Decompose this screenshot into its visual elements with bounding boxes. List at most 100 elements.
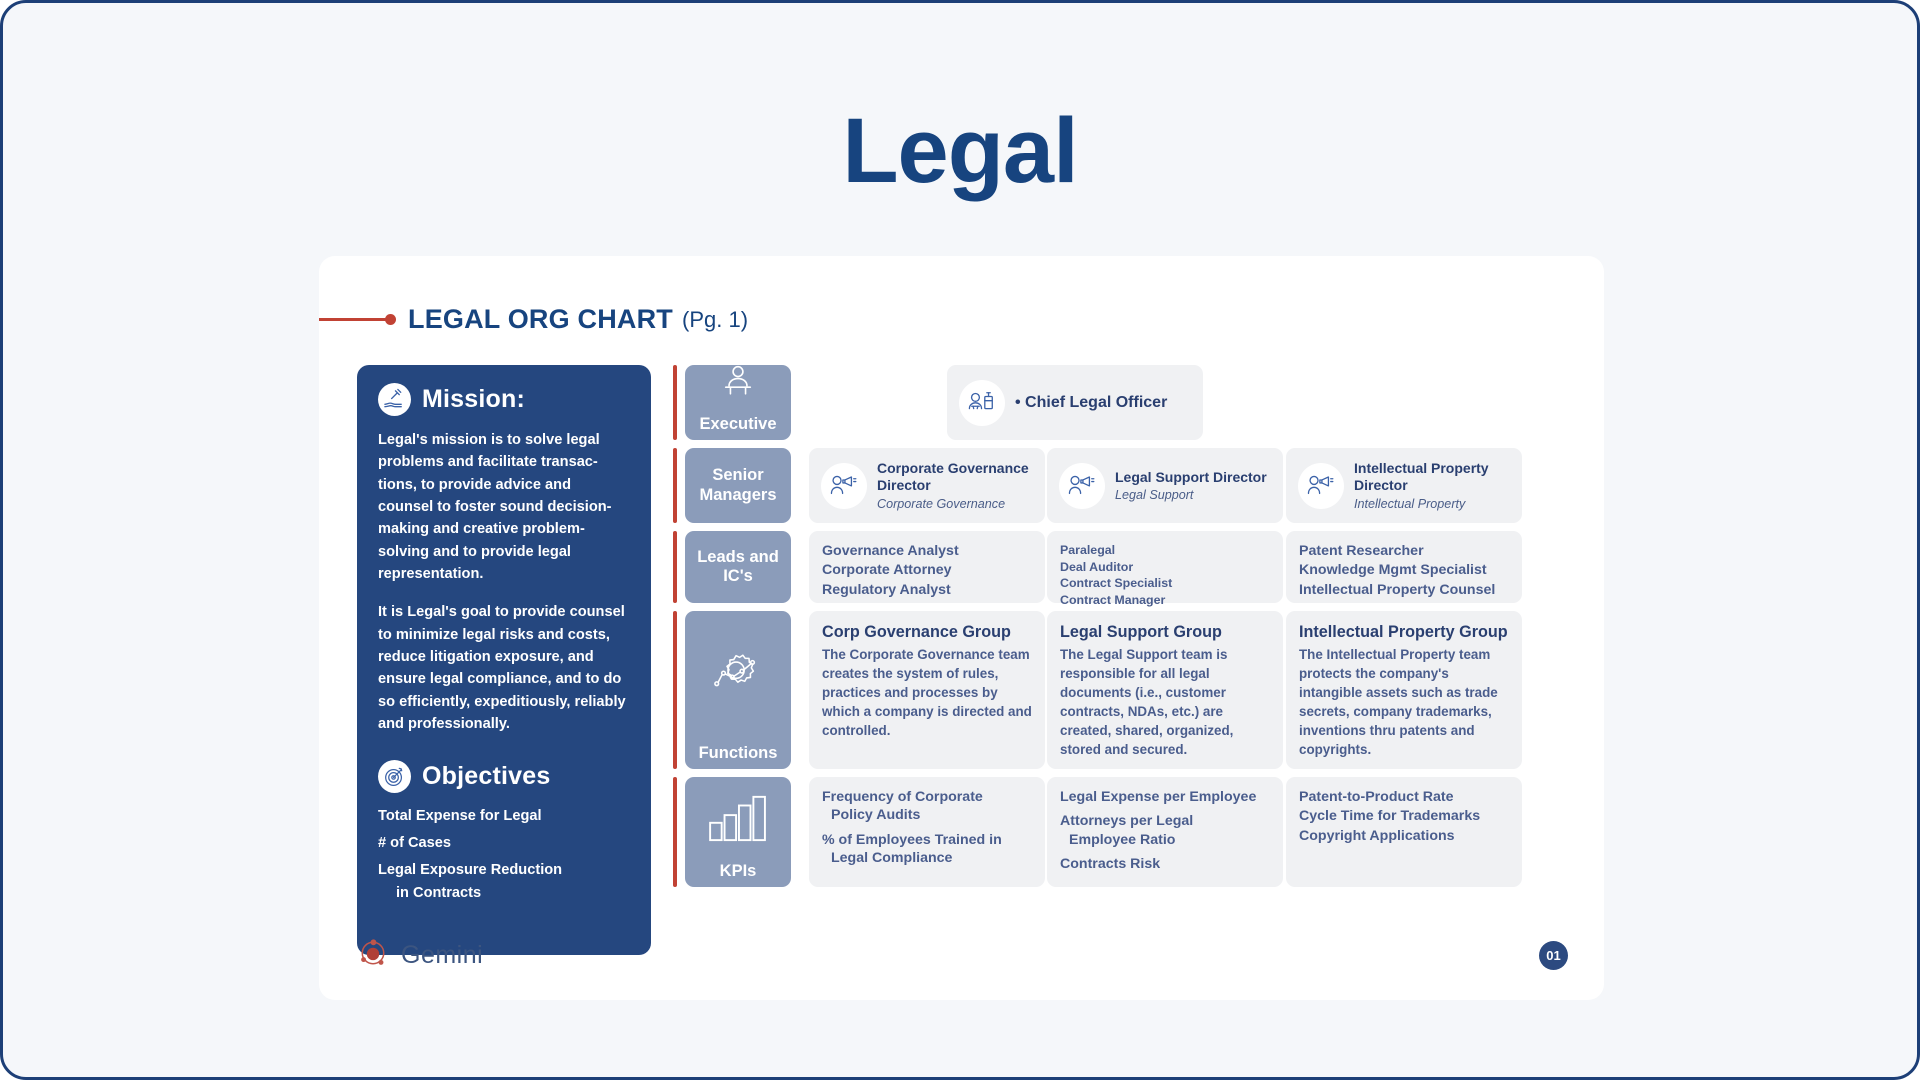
section-subtitle: (Pg. 1) <box>682 306 749 332</box>
director-dept: Intellectual Property <box>1354 496 1466 511</box>
hand-gavel-icon <box>378 383 411 416</box>
objective-item: Legal Exposure Reduction in Contracts <box>378 859 630 905</box>
row-tick <box>673 777 677 887</box>
function-body: The Legal Support team is responsible fo… <box>1060 647 1234 758</box>
function-title: Corp Governance Group <box>822 623 1011 641</box>
kpi-text-cont: Employee Ratio <box>1069 831 1176 848</box>
row-label-functions[interactable]: Functions <box>685 611 791 769</box>
executive-podium-icon <box>719 365 757 404</box>
director-card-intellectual-property[interactable]: Intellectual Property Director Intellect… <box>1286 448 1522 523</box>
objectives-header: Objectives <box>378 760 630 794</box>
list-item: Knowledge Mgmt Specialist <box>1299 562 1487 579</box>
kpi-list: Patent-to-Product Rate Cycle Time for Tr… <box>1286 777 1522 857</box>
list-item: Contract Specialist <box>1060 576 1173 591</box>
section-header: LEGAL ORG CHART (Pg. 1) <box>319 304 748 335</box>
section-dot-icon <box>385 314 396 325</box>
row-label-kpis[interactable]: KPIs <box>685 777 791 887</box>
leads-card-legal-support[interactable]: Paralegal Deal Auditor Contract Speciali… <box>1047 531 1283 607</box>
director-card-corp-governance[interactable]: Corporate Governance Director Corporate … <box>809 448 1045 523</box>
section-rule <box>319 318 387 321</box>
list-item: Governance Analyst <box>822 543 959 559</box>
kpi-card-corp-governance[interactable]: Frequency of Corporate Policy Audits % o… <box>809 777 1045 887</box>
kpi-text: Contracts Risk <box>1060 856 1161 873</box>
brand-logo: Gemini <box>357 937 483 974</box>
bar-chart-icon <box>707 793 769 848</box>
row-label-senior-managers[interactable]: Senior Managers <box>685 448 791 523</box>
function-card-legal-support[interactable]: Legal Support Group The Legal Support te… <box>1047 611 1283 769</box>
org-chart-card: LEGAL ORG CHART (Pg. 1) Mission: Legal's… <box>319 256 1604 1000</box>
function-title: Intellectual Property Group <box>1299 623 1508 641</box>
kpi-text: Attorneys per Legal <box>1060 813 1194 830</box>
section-title: LEGAL ORG CHART <box>408 304 673 334</box>
function-content: Legal Support Group The Legal Support te… <box>1047 611 1283 771</box>
objective-text: Legal Exposure Reduction <box>378 861 563 878</box>
list-item: Attorneys per Legal Employee Ratio <box>1060 812 1270 849</box>
leads-card-intellectual-property[interactable]: Patent Researcher Knowledge Mgmt Special… <box>1286 531 1522 603</box>
slide-canvas: Legal LEGAL ORG CHART (Pg. 1) Mission: L… <box>0 0 1920 1080</box>
row-tick <box>673 365 677 440</box>
list-item: Patent-to-Product Rate <box>1299 789 1454 805</box>
list-item: Contracts Risk <box>1060 855 1270 873</box>
list-item: Cycle Time for Trademarks <box>1299 808 1481 825</box>
executive-card[interactable]: • Chief Legal Officer <box>947 365 1203 440</box>
row-label-leads-ics[interactable]: Leads and IC's <box>685 531 791 603</box>
person-megaphone-icon <box>1059 462 1105 509</box>
director-text: Intellectual Property Director Intellect… <box>1354 460 1510 511</box>
kpi-list: Legal Expense per Employee Attorneys per… <box>1047 777 1283 891</box>
list-item: Copyright Applications <box>1299 827 1455 844</box>
mission-paragraph-2: It is Legal's goal to provide counsel to… <box>378 604 626 732</box>
row-label-text: Senior Managers <box>699 466 777 504</box>
mission-header: Mission: <box>378 383 630 416</box>
row-label-text: KPIs <box>719 861 757 880</box>
function-title: Legal Support Group <box>1060 623 1222 641</box>
director-card-legal-support[interactable]: Legal Support Director Legal Support <box>1047 448 1283 523</box>
kpi-card-intellectual-property[interactable]: Patent-to-Product Rate Cycle Time for Tr… <box>1286 777 1522 887</box>
kpi-text: % of Employees Trained in <box>822 831 1002 848</box>
person-megaphone-icon <box>1298 462 1344 509</box>
leads-card-corp-governance[interactable]: Governance Analyst Corporate Attorney Re… <box>809 531 1045 603</box>
row-label-executive[interactable]: Executive <box>685 365 791 440</box>
list-item: Legal Expense per Employee <box>1060 788 1270 806</box>
row-label-text: Functions <box>698 743 778 762</box>
kpi-list: Frequency of Corporate Policy Audits % o… <box>809 777 1045 885</box>
list-item: Frequency of Corporate Policy Audits <box>822 788 1032 825</box>
list-item: Paralegal <box>1060 543 1116 557</box>
objective-text-cont: in Contracts <box>396 884 482 901</box>
row-label-text: Leads and IC's <box>697 547 779 585</box>
page-number-badge: 01 <box>1539 941 1568 970</box>
director-person: Intellectual Property Director Intellect… <box>1286 448 1522 523</box>
org-grid: Mission: Legal's mission is to solve leg… <box>357 365 1567 955</box>
director-name: Legal Support Director <box>1115 468 1267 485</box>
objectives-list: Total Expense for Legal # of Cases Legal… <box>378 805 630 904</box>
gear-network-icon <box>707 647 769 710</box>
function-body: The Corporate Governance team creates th… <box>822 647 1032 739</box>
list-item: Corporate Attorney <box>822 562 952 579</box>
director-person: Corporate Governance Director Corporate … <box>809 448 1045 523</box>
list-item: % of Employees Trained in Legal Complian… <box>822 831 1032 868</box>
row-tick <box>673 448 677 523</box>
objective-item: Total Expense for Legal <box>378 805 630 828</box>
target-icon <box>378 760 411 794</box>
row-tick <box>673 611 677 769</box>
row-label-text: Executive <box>699 414 777 433</box>
objectives-heading: Objectives <box>422 762 551 791</box>
leads-list: Patent Researcher Knowledge Mgmt Special… <box>1286 531 1522 611</box>
brand-name: Gemini <box>401 941 484 969</box>
kpi-text-cont: Legal Compliance <box>831 850 953 867</box>
list-item: Regulatory Analyst <box>822 581 951 598</box>
list-item: Contract Manager <box>1060 592 1166 607</box>
kpi-card-legal-support[interactable]: Legal Expense per Employee Attorneys per… <box>1047 777 1283 887</box>
director-name: Intellectual Property Director <box>1354 460 1489 493</box>
director-dept: Legal Support <box>1115 488 1194 503</box>
function-body: The Intellectual Property team protects … <box>1299 647 1498 758</box>
function-card-corp-governance[interactable]: Corp Governance Group The Corporate Gove… <box>809 611 1045 769</box>
list-item: Patent Researcher <box>1299 543 1424 559</box>
director-text: Legal Support Director Legal Support <box>1115 469 1267 503</box>
page-title: Legal <box>842 100 1078 202</box>
list-item: Deal Auditor <box>1060 559 1134 574</box>
mission-heading: Mission: <box>422 385 525 413</box>
function-content: Intellectual Property Group The Intellec… <box>1286 611 1522 771</box>
function-card-intellectual-property[interactable]: Intellectual Property Group The Intellec… <box>1286 611 1522 769</box>
objective-item: # of Cases <box>378 832 630 855</box>
mission-panel: Mission: Legal's mission is to solve leg… <box>357 365 651 955</box>
